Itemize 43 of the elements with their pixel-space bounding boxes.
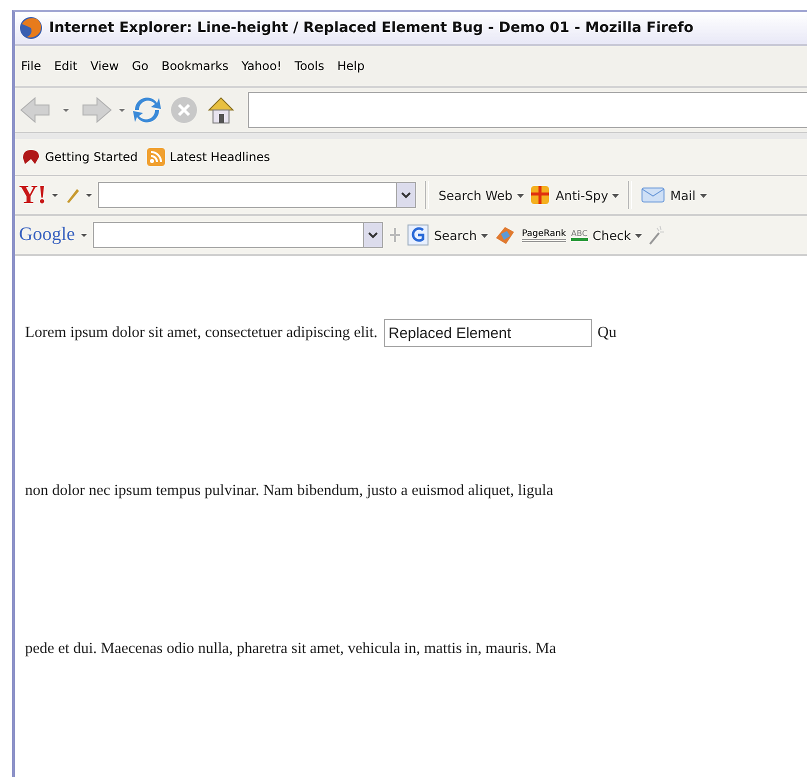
caret-icon: [516, 194, 524, 199]
mail-button[interactable]: Mail: [670, 188, 707, 202]
search-button[interactable]: Search: [434, 228, 488, 242]
menu-item[interactable]: Yahoo!: [242, 59, 282, 73]
menu-item[interactable]: File: [21, 59, 42, 73]
search-field[interactable]: [92, 222, 383, 248]
window-title: Internet Explorer: Line-height / Replaced Element Bug - Demo 01 - Mozilla Firefo: [49, 20, 694, 36]
body-text: Lorem ipsum dolor sit amet, consectetuer adipiscing elit.: [25, 324, 378, 342]
body-text: non dolor nec ipsum tempus pulvinar. Nam bibendum, justo a euismod aliquet, ligula: [25, 482, 554, 500]
body-text: pede et dui. Maecenas odio nulla, pharetra sit amet, vehicula in, mattis in, mauris. Ma: [25, 640, 556, 658]
yahoo-logo[interactable]: Y!: [19, 180, 46, 210]
menu-item[interactable]: Go: [132, 59, 148, 73]
dropdown-button[interactable]: [362, 223, 382, 247]
wand-icon: [646, 224, 665, 246]
text-input-field[interactable]: Replaced Element: [384, 319, 592, 347]
menu-item[interactable]: Edit: [54, 59, 78, 73]
address-field[interactable]: [248, 92, 807, 128]
cross-icon: [528, 184, 551, 206]
anti-spy-button[interactable]: Anti-Spy: [556, 188, 620, 202]
pagerank-meter: PageRank: [522, 228, 566, 242]
bookmark-link[interactable]: Getting Started: [45, 150, 138, 164]
caret-icon: [612, 194, 620, 199]
chevron-down-icon: [401, 191, 412, 199]
bookmark-link[interactable]: Latest Headlines: [170, 150, 270, 164]
globe-icon: [19, 16, 43, 40]
google-logo[interactable]: Google: [19, 224, 75, 246]
caret-icon: [480, 234, 488, 239]
menu-item[interactable]: Tools: [294, 59, 324, 73]
body-text: Qu: [598, 324, 616, 342]
menu-item[interactable]: Help: [337, 59, 365, 73]
menu-item[interactable]: View: [90, 59, 119, 73]
rss-feed-icon: [146, 147, 166, 167]
check-button[interactable]: Check: [592, 228, 642, 242]
caret-icon: [700, 194, 707, 199]
menu-item[interactable]: Bookmarks: [161, 59, 229, 73]
caret-icon: [634, 234, 642, 239]
search-web-button[interactable]: Search Web: [438, 188, 524, 202]
plus-icon: [388, 225, 402, 245]
dropdown-button[interactable]: [396, 183, 416, 207]
chevron-down-icon: [368, 231, 378, 239]
envelope-icon: [641, 186, 666, 204]
search-field[interactable]: [98, 182, 416, 208]
g-icon: [406, 224, 429, 246]
